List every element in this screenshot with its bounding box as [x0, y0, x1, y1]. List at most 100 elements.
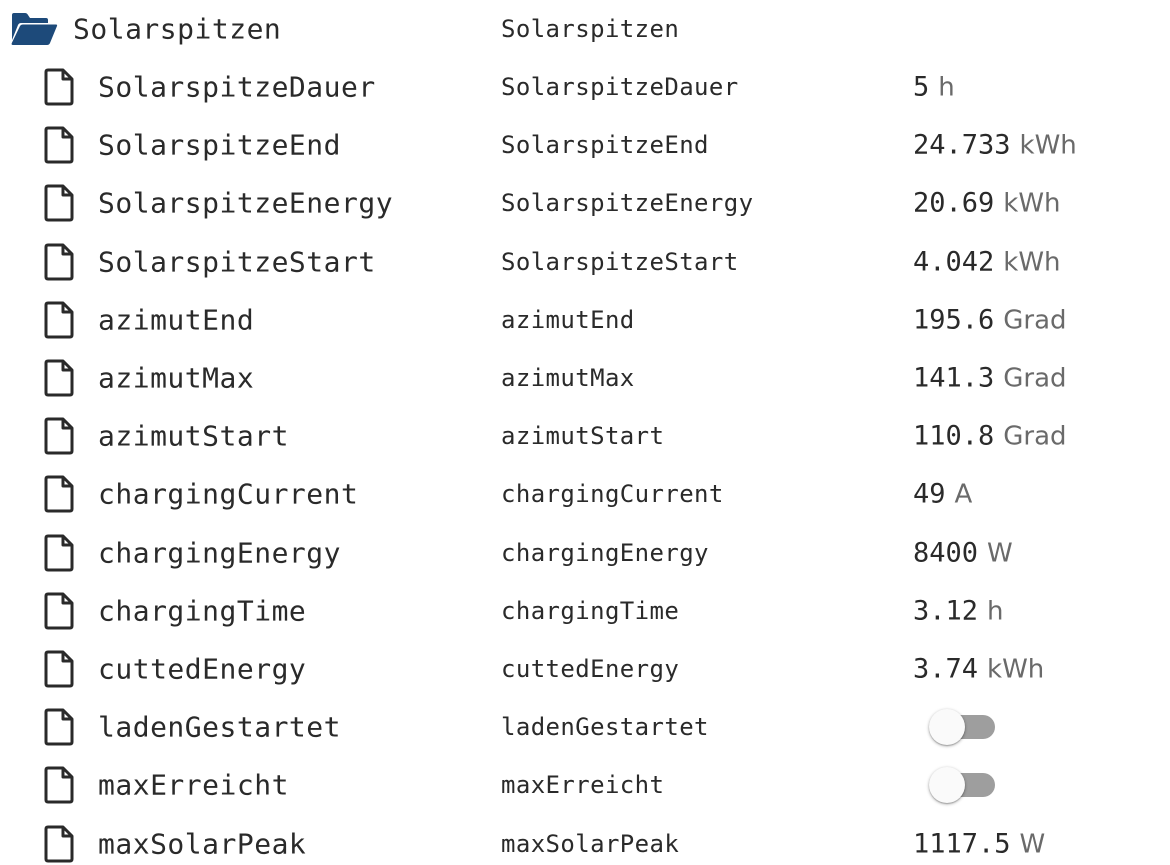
- item-value: 3.12 h: [913, 595, 1004, 626]
- toggle-knob: [929, 767, 965, 804]
- item-name: SolarspitzeEnergy: [98, 186, 394, 220]
- folder-name: Solarspitzen: [73, 12, 282, 46]
- list-item[interactable]: SolarspitzeEnd SolarspitzeEnd 24.733 kWh: [0, 116, 1170, 174]
- folder-id: Solarspitzen: [501, 15, 680, 43]
- item-name: azimutEnd: [98, 303, 255, 337]
- file-icon: [44, 68, 74, 106]
- item-id: azimutStart: [501, 422, 665, 451]
- item-id: chargingTime: [501, 596, 680, 625]
- item-name: chargingCurrent: [98, 477, 359, 511]
- value-number: 1117.5: [913, 828, 1011, 860]
- list-item[interactable]: azimutEnd azimutEnd 195.6 Grad: [0, 291, 1170, 349]
- folder-open-icon: [11, 13, 58, 45]
- file-icon: [44, 184, 74, 222]
- list-item[interactable]: azimutStart azimutStart 110.8 Grad: [0, 407, 1170, 465]
- value-number: 141.3: [913, 362, 995, 394]
- list-item[interactable]: SolarspitzeStart SolarspitzeStart 4.042 kWh: [0, 233, 1170, 291]
- item-name: SolarspitzeEnd: [98, 128, 342, 162]
- toggle-knob: [929, 709, 965, 746]
- item-name: SolarspitzeDauer: [98, 70, 376, 104]
- value-unit: A: [954, 479, 973, 510]
- item-id: chargingCurrent: [501, 480, 724, 509]
- file-icon: [44, 534, 74, 572]
- value-number: 4.042: [913, 246, 995, 278]
- value-unit: W: [1019, 829, 1046, 860]
- item-name: SolarspitzeStart: [98, 245, 376, 279]
- list-item[interactable]: maxErreicht maxErreicht: [0, 756, 1170, 814]
- file-icon: [44, 475, 74, 513]
- value-number: 8400: [913, 537, 979, 569]
- file-icon: [44, 417, 74, 455]
- item-id: SolarspitzeEnergy: [501, 189, 754, 218]
- item-name: cuttedEnergy: [98, 652, 307, 686]
- value-number: 5: [913, 71, 930, 103]
- value-unit: kWh: [987, 654, 1045, 685]
- value-unit: W: [987, 538, 1013, 569]
- list-item[interactable]: SolarspitzeDauer SolarspitzeDauer 5 h: [0, 58, 1170, 116]
- value-number: 49: [913, 478, 946, 510]
- folder-row[interactable]: Solarspitzen Solarspitzen: [0, 0, 1170, 58]
- value-unit: kWh: [1019, 130, 1077, 161]
- item-value: 5h: [913, 72, 955, 103]
- item-value: 3.74 kWh: [913, 654, 1044, 685]
- item-name: ladenGestartet: [98, 710, 342, 744]
- file-icon: [44, 650, 74, 688]
- item-id: SolarspitzeStart: [501, 247, 739, 276]
- value-unit: kWh: [1003, 188, 1061, 219]
- item-name: azimutMax: [98, 361, 255, 395]
- value-number: 24.733: [913, 129, 1011, 161]
- value-unit: kWh: [1003, 247, 1061, 278]
- list-item[interactable]: chargingCurrent chargingCurrent 49 A: [0, 465, 1170, 523]
- value-unit: h: [987, 596, 1004, 627]
- item-value: 49 A: [913, 479, 972, 510]
- item-id: SolarspitzeDauer: [501, 73, 739, 101]
- list-item[interactable]: azimutMax azimutMax 141.3 Grad: [0, 349, 1170, 407]
- item-id: cuttedEnergy: [501, 655, 680, 683]
- toggle-switch[interactable]: [927, 707, 997, 747]
- file-icon: [44, 359, 74, 397]
- toggle-switch[interactable]: [927, 765, 997, 805]
- list-item[interactable]: chargingEnergy chargingEnergy 8400 W: [0, 524, 1170, 582]
- value-number: 110.8: [913, 420, 995, 452]
- list-item[interactable]: ladenGestartet ladenGestartet: [0, 698, 1170, 756]
- value-unit: Grad: [1003, 305, 1067, 336]
- file-icon: [44, 243, 74, 281]
- item-id: maxErreicht: [501, 771, 665, 800]
- file-icon: [44, 766, 74, 804]
- item-value: 8400 W: [913, 537, 1013, 568]
- item-id: SolarspitzeEnd: [501, 131, 709, 160]
- value-unit: Grad: [1003, 363, 1067, 394]
- item-id: chargingEnergy: [501, 538, 709, 567]
- item-name: maxSolarPeak: [98, 827, 307, 861]
- list-item[interactable]: cuttedEnergy cuttedEnergy 3.74 kWh: [0, 640, 1170, 698]
- list-item[interactable]: chargingTime chargingTime 3.12 h: [0, 582, 1170, 640]
- file-icon: [44, 126, 74, 164]
- item-id: azimutMax: [501, 364, 635, 392]
- value-number: 3.74: [913, 653, 979, 685]
- value-unit: h: [938, 72, 955, 103]
- file-icon: [44, 592, 74, 630]
- item-name: chargingEnergy: [98, 536, 342, 570]
- item-id: maxSolarPeak: [501, 829, 680, 858]
- item-name: maxErreicht: [98, 768, 289, 802]
- value-number: 195.6: [913, 304, 995, 336]
- file-icon: [44, 301, 74, 339]
- item-value: 24.733 kWh: [913, 130, 1077, 161]
- item-value: 195.6 Grad: [913, 304, 1067, 335]
- item-id: azimutEnd: [501, 305, 635, 334]
- file-icon: [44, 825, 74, 863]
- value-unit: Grad: [1003, 421, 1067, 452]
- item-value: 4.042 kWh: [913, 246, 1061, 277]
- item-id: ladenGestartet: [501, 713, 709, 742]
- item-value: 20.69 kWh: [913, 188, 1061, 219]
- item-name: azimutStart: [98, 419, 289, 453]
- file-icon: [44, 708, 74, 746]
- item-name: chargingTime: [98, 594, 307, 628]
- item-value: 1117.5 W: [913, 828, 1045, 859]
- item-value: 110.8 Grad: [913, 421, 1067, 452]
- value-number: 20.69: [913, 187, 995, 219]
- list-item[interactable]: SolarspitzeEnergy SolarspitzeEnergy 20.69 k…: [0, 174, 1170, 232]
- list-item[interactable]: maxSolarPeak maxSolarPeak 1117.5 W: [0, 815, 1170, 865]
- item-value: 141.3 Grad: [913, 363, 1067, 394]
- value-number: 3.12: [913, 595, 979, 627]
